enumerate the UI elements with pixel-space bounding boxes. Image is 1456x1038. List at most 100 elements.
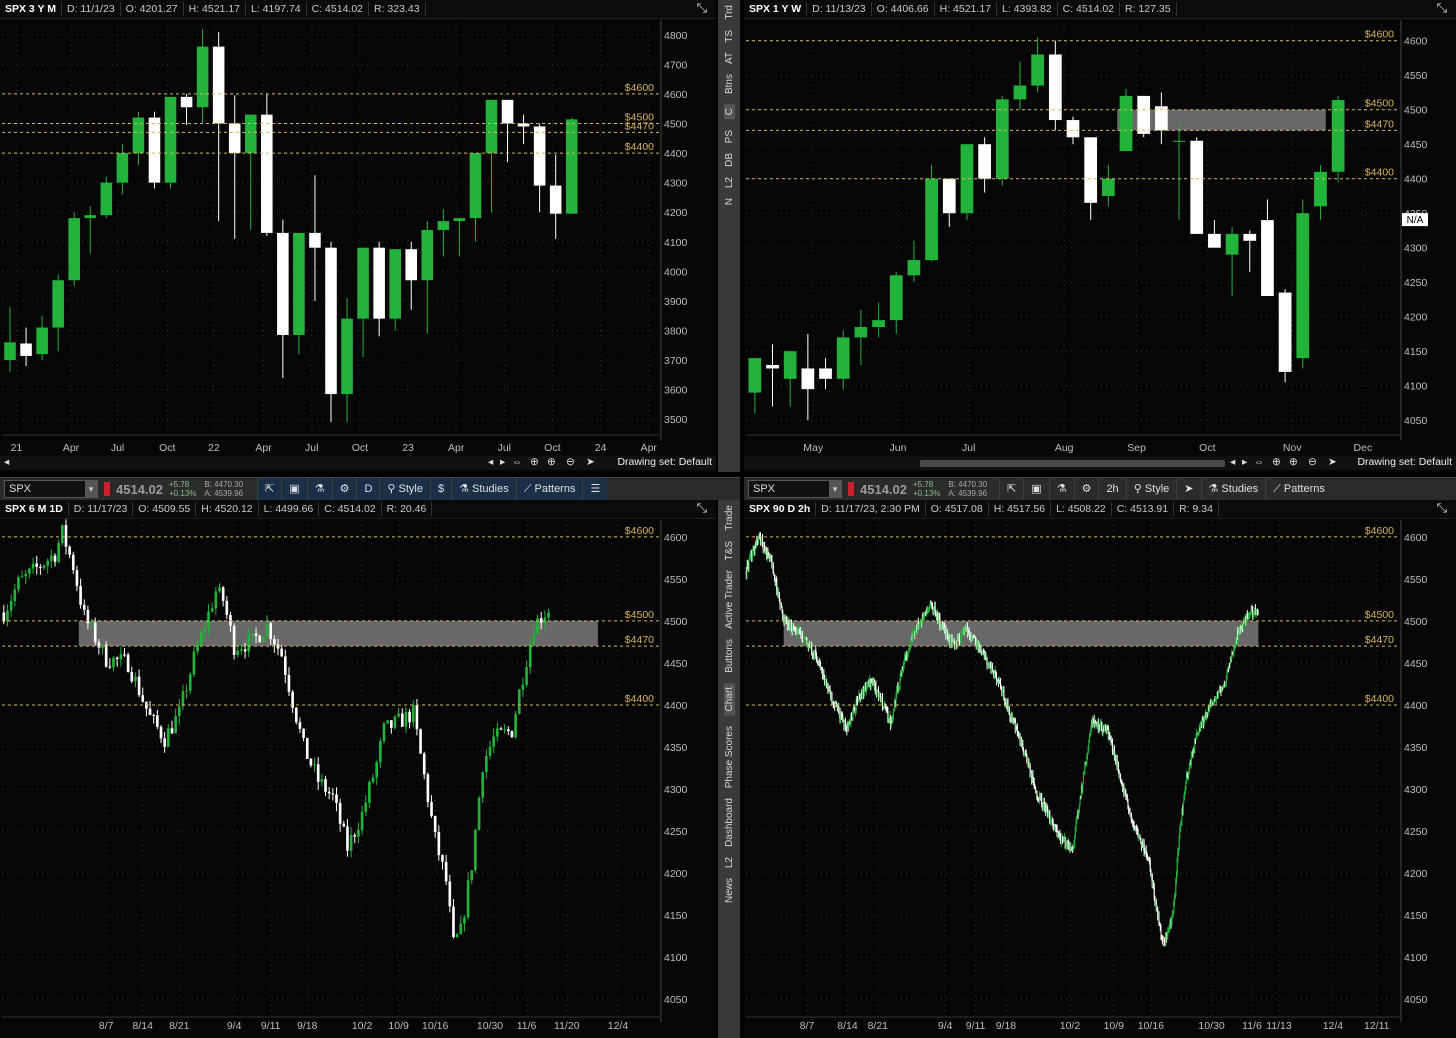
sidebar-tab-dashboard[interactable]: DB: [724, 153, 735, 167]
x-tick-label: Sep: [1127, 442, 1146, 454]
menu-icon[interactable]: ☰: [582, 478, 608, 500]
scroll-right-icon[interactable]: ▸: [500, 456, 505, 468]
sidebar-tab-dashboard[interactable]: Dashboard: [724, 798, 735, 847]
x-tick-label: 10/16: [422, 1020, 448, 1032]
cursor-icon[interactable]: ➤: [1176, 478, 1200, 500]
y-tick-label: 4150: [1404, 346, 1428, 358]
style-button[interactable]: ⚲ Style: [379, 478, 430, 500]
candle-body: [1190, 140, 1204, 234]
sidebar-tab-news[interactable]: News: [724, 878, 735, 903]
candle-body: [13, 589, 17, 601]
candle-body: [112, 657, 115, 668]
scroll-left-icon[interactable]: ◂: [488, 456, 493, 468]
sidebar-tab-trade[interactable]: Trd: [724, 5, 735, 20]
expand-icon[interactable]: ⇔: [1254, 456, 1265, 468]
crosshair-icon[interactable]: ⊕: [1272, 456, 1281, 468]
share-icon[interactable]: ⇱: [999, 478, 1023, 500]
scroll-left-icon[interactable]: ◂: [4, 456, 9, 468]
drawing-set-label[interactable]: Drawing set: Default: [617, 456, 712, 468]
candle-body: [1048, 54, 1062, 121]
candle-body: [214, 591, 218, 609]
candle-body: [1101, 721, 1103, 731]
candle-body: [342, 823, 346, 827]
chart-pane-1y-weekly[interactable]: SPX 1 Y W D: 11/13/23 O: 4406.66 H: 4521…: [744, 0, 1456, 472]
price-chart[interactable]: 3500 3600 3700 3800 3900 4000 4100 4200 4300 4400…: [0, 0, 716, 472]
studies-button[interactable]: ⚗ Studies: [1200, 478, 1266, 500]
sidebar-tab-level2[interactable]: L2: [724, 177, 735, 188]
candle-body: [390, 720, 393, 728]
candle-body: [1084, 137, 1098, 203]
candle-body: [453, 218, 466, 222]
candle-body: [1194, 740, 1196, 742]
sidebar-tab-time-sales[interactable]: TS: [724, 30, 735, 43]
candle-body: [302, 728, 305, 738]
symbol-input[interactable]: SPX: [748, 480, 842, 498]
sidebar-tab-active-trader[interactable]: Active Trader: [724, 570, 735, 629]
zoom-out-icon[interactable]: ⊖: [1308, 456, 1317, 468]
scroll-right-icon[interactable]: ▸: [1242, 456, 1247, 468]
zoom-in-icon[interactable]: ⊕: [1289, 456, 1298, 468]
candle-body: [481, 772, 485, 798]
drawing-set-label[interactable]: Drawing set: Default: [1357, 456, 1452, 468]
y-tick-label: 3600: [664, 385, 688, 397]
patterns-button[interactable]: ⟋ Patterns: [1265, 478, 1332, 500]
y-tick-label: 4350: [1404, 742, 1428, 754]
sidebar-tab-time-sales[interactable]: T&S: [724, 541, 735, 560]
sidebar-tab-level2[interactable]: L2: [724, 857, 735, 868]
price-level-label: $4400: [625, 141, 654, 153]
patterns-button[interactable]: ⟋ Patterns: [515, 478, 583, 500]
price-chart[interactable]: 4050410041504200425043004350440044504500…: [0, 500, 716, 1038]
share-icon[interactable]: ⇱: [257, 478, 282, 500]
expand-icon[interactable]: ⇔: [512, 456, 523, 468]
sidebar-tab-active-trader[interactable]: AT: [724, 52, 735, 64]
zoom-out-icon[interactable]: ⊖: [566, 456, 575, 468]
chart-toolbar-right: SPX 4514.02 +5.78+0.13% B: 4470.30A: 453…: [744, 477, 1456, 500]
zoom-in-icon[interactable]: ⊕: [547, 456, 556, 468]
price-chart[interactable]: 4050410041504200425043004350440044504500…: [744, 500, 1456, 1038]
chart-scrollbar[interactable]: ◂ ▸ ⇔ ⊕ ⊕ ⊖ ➤ Drawing set: Default: [744, 456, 1456, 470]
studies-flask-icon[interactable]: ⚗: [306, 478, 332, 500]
sidebar-tab-buttons[interactable]: Buttons: [724, 639, 735, 673]
candle-body: [422, 753, 426, 775]
sidebar-tab-phase-scores[interactable]: Phase Scores: [724, 726, 735, 788]
candle-body: [485, 755, 488, 773]
settings-gear-icon[interactable]: ⚙: [1073, 478, 1099, 500]
price-chart[interactable]: 4050410041504200425043004350440044504500…: [744, 0, 1456, 472]
timeframe-button[interactable]: 2h: [1098, 478, 1125, 500]
symbol-input[interactable]: SPX: [4, 480, 98, 498]
sidebar-tab-phase-scores[interactable]: PS: [724, 130, 735, 143]
studies-button[interactable]: ⚗ Studies: [451, 478, 516, 500]
candle-body: [995, 99, 1009, 179]
crosshair-icon[interactable]: ⊕: [530, 456, 539, 468]
x-tick-label: 10/9: [388, 1020, 409, 1032]
candle-body: [293, 232, 305, 335]
sidebar-tab-chart[interactable]: Chart: [723, 683, 735, 716]
candle-body: [357, 829, 360, 837]
price-type-icon[interactable]: $: [429, 478, 452, 500]
chart-pane-3y-monthly[interactable]: SPX 3 Y M D: 11/1/23 O: 4201.27 H: 4521.…: [0, 0, 716, 472]
sidebar-tab-news[interactable]: N: [724, 198, 735, 205]
style-button[interactable]: ⚲ Style: [1125, 478, 1177, 500]
chart-pane-6m-daily[interactable]: SPX 6 M 1D D: 11/17/23 O: 4509.55 H: 452…: [0, 500, 716, 1038]
sidebar-tab-chart[interactable]: C: [723, 104, 735, 120]
cursor-icon[interactable]: ➤: [586, 456, 595, 468]
settings-gear-icon[interactable]: ⚙: [331, 478, 357, 500]
y-tick-label: 4400: [1404, 700, 1428, 712]
candle-body: [503, 729, 506, 731]
sidebar-tab-trade[interactable]: Trade: [724, 505, 735, 531]
chart-scrollbar[interactable]: ◂ ◂ ▸ ⇔ ⊕ ⊕ ⊖ ➤ Drawing set: Default: [0, 456, 716, 470]
snapshot-icon[interactable]: ▣: [1023, 478, 1048, 500]
y-tick-label: 4200: [664, 207, 688, 219]
studies-flask-icon[interactable]: ⚗: [1048, 478, 1074, 500]
price-level-label: $4600: [625, 82, 654, 94]
y-tick-label: 4550: [1404, 70, 1428, 82]
sidebar-tab-buttons[interactable]: Btns: [724, 74, 735, 94]
scroll-left-icon[interactable]: ◂: [1230, 456, 1235, 468]
snapshot-icon[interactable]: ▣: [281, 478, 307, 500]
chart-pane-90d-2h[interactable]: SPX 90 D 2h D: 11/17/23, 2:30 PM O: 4517…: [744, 500, 1456, 1038]
candle-body: [251, 633, 254, 636]
timeframe-button[interactable]: D: [356, 478, 380, 500]
scrollbar-thumb[interactable]: [920, 460, 1225, 467]
candle-body: [521, 684, 525, 690]
cursor-icon[interactable]: ➤: [1328, 456, 1337, 468]
